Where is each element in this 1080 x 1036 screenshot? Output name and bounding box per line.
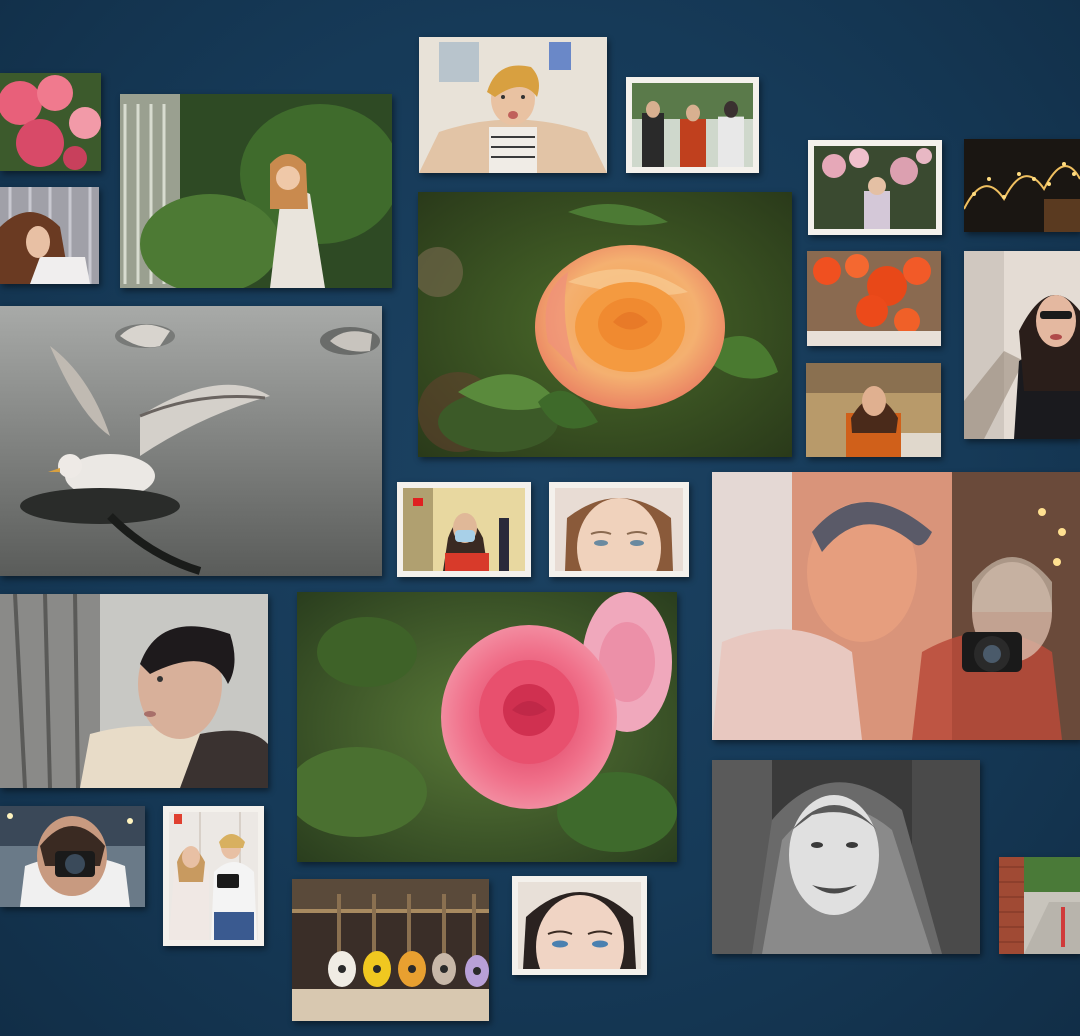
- pout-portrait-photo: [419, 37, 607, 173]
- seagull-water-photo: [0, 306, 382, 576]
- camera-double-exposure-photo: [712, 472, 1080, 740]
- couple-camera-photo: [163, 806, 264, 946]
- red-flowers-photo: [807, 251, 941, 346]
- mirror-camera-photo: [0, 806, 145, 907]
- boy-profile-photo: [0, 594, 268, 788]
- bw-smiling-girl-photo: [712, 760, 980, 954]
- masked-girl-photo: [397, 482, 531, 577]
- eyes-closeup-photo: [549, 482, 689, 577]
- orange-rose-photo: [418, 192, 792, 457]
- photo-wall: [0, 0, 1080, 1036]
- blue-eyes-photo: [512, 876, 647, 975]
- garden-portrait-photo: [120, 94, 392, 288]
- cafe-girl-photo: [806, 363, 941, 457]
- brick-lane-photo: [999, 857, 1080, 954]
- ukulele-shop-photo: [292, 879, 489, 1021]
- rose-bush-photo: [808, 140, 942, 235]
- pink-rose-photo: [297, 592, 677, 862]
- masked-trio-photo: [626, 77, 759, 173]
- pink-flowers-photo: [0, 73, 101, 171]
- sunglasses-portrait-photo: [964, 251, 1080, 439]
- girl-profile-photo: [0, 187, 99, 284]
- fairy-lights-photo: [964, 139, 1080, 232]
